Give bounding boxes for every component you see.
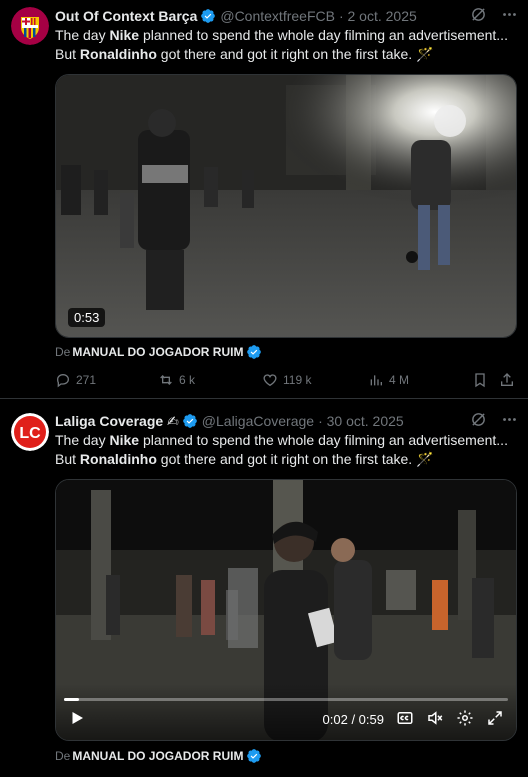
video-controls: 0:02 / 0:59 xyxy=(56,684,516,740)
text-bold-nike: Nike xyxy=(109,27,140,43)
action-bar: 271 6 k 119 k 4 M xyxy=(55,371,518,389)
author-name[interactable]: Out Of Context Barça xyxy=(55,8,197,24)
video-progress-bar[interactable] xyxy=(64,698,508,701)
from-prefix: De xyxy=(55,345,71,359)
author-name[interactable]: Laliga Coverage ✍ xyxy=(55,413,179,430)
text-bold-ronaldinho: Ronaldinho xyxy=(79,451,157,467)
tweet-header: Out Of Context Barça @ContextfreeFCB · 2… xyxy=(55,6,518,26)
tweet-date[interactable]: · 30 oct. 2025 xyxy=(318,413,404,429)
video-player[interactable]: 0:02 / 0:59 xyxy=(55,479,517,741)
from-attribution: De MANUAL DO JOGADOR RUIM xyxy=(55,344,262,360)
tweet-1[interactable]: Out Of Context Barça @ContextfreeFCB · 2… xyxy=(0,0,528,399)
tweet-date[interactable]: · 2 oct. 2025 xyxy=(339,8,417,24)
video-progress-fill xyxy=(64,698,80,701)
reply-icon xyxy=(56,373,70,388)
video-frame xyxy=(56,75,516,337)
like-count: 119 k xyxy=(283,373,312,387)
video-player[interactable]: 0:53 xyxy=(55,74,517,338)
captions-icon[interactable] xyxy=(396,709,414,730)
tweet-header: Laliga Coverage ✍ @LaligaCoverage · 30 o… xyxy=(55,411,518,431)
tweet-2[interactable]: LC Laliga Coverage ✍ @LaligaCoverage · 3… xyxy=(0,400,528,777)
from-source[interactable]: MANUAL DO JOGADOR RUIM xyxy=(72,749,243,763)
grok-icon[interactable] xyxy=(470,411,487,428)
tweet-text: The day Nike planned to spend the whole … xyxy=(55,26,516,64)
grok-icon[interactable] xyxy=(470,6,487,23)
text-segment: The day xyxy=(55,432,110,448)
play-icon[interactable] xyxy=(68,709,86,730)
share-icon xyxy=(501,373,513,386)
reply-count: 271 xyxy=(76,373,97,387)
control-row: 0:02 / 0:59 xyxy=(68,708,504,730)
views-icon xyxy=(370,375,382,386)
views-button[interactable]: 4 M xyxy=(368,372,409,388)
text-bold-ronaldinho: Ronaldinho xyxy=(79,46,157,62)
fc-barcelona-crest-icon xyxy=(11,7,49,45)
settings-icon[interactable] xyxy=(456,709,474,730)
repost-count: 6 k xyxy=(179,373,196,387)
video-duration: 0:53 xyxy=(68,308,106,327)
verified-badge-icon xyxy=(247,749,262,763)
from-attribution: De MANUAL DO JOGADOR RUIM xyxy=(55,748,262,764)
heart-icon xyxy=(263,374,277,387)
verified-badge-icon xyxy=(201,9,216,23)
author-handle[interactable]: @LaligaCoverage xyxy=(202,413,314,429)
text-bold-nike: Nike xyxy=(109,432,140,448)
repost-button[interactable]: 6 k xyxy=(158,372,195,388)
views-count: 4 M xyxy=(389,373,410,387)
fullscreen-icon[interactable] xyxy=(486,709,504,730)
more-icon[interactable] xyxy=(501,6,518,23)
avatar[interactable]: LC xyxy=(11,413,49,451)
more-icon[interactable] xyxy=(501,411,518,428)
repost-icon xyxy=(160,375,172,385)
share-button[interactable] xyxy=(499,372,515,388)
like-button[interactable]: 119 k xyxy=(262,372,311,388)
text-segment: got there and got it right on the first … xyxy=(156,46,434,62)
author-handle[interactable]: @ContextfreeFCB xyxy=(220,8,335,24)
video-time: 0:02 / 0:59 xyxy=(322,711,384,727)
lc-logo-icon: LC xyxy=(11,413,49,451)
reply-button[interactable]: 271 xyxy=(55,372,96,388)
mute-icon[interactable] xyxy=(426,709,444,730)
verified-badge-icon xyxy=(182,414,197,428)
text-segment: The day xyxy=(55,27,110,43)
text-segment: got there and got it right on the first … xyxy=(156,451,434,467)
avatar[interactable] xyxy=(11,7,49,45)
tweet-text: The day Nike planned to spend the whole … xyxy=(55,431,516,469)
bookmark-button[interactable] xyxy=(472,372,488,388)
verified-badge-icon xyxy=(247,345,262,359)
from-prefix: De xyxy=(55,749,71,763)
bookmark-icon xyxy=(475,373,485,388)
from-source[interactable]: MANUAL DO JOGADOR RUIM xyxy=(72,345,243,359)
svg-text:LC: LC xyxy=(19,425,41,442)
